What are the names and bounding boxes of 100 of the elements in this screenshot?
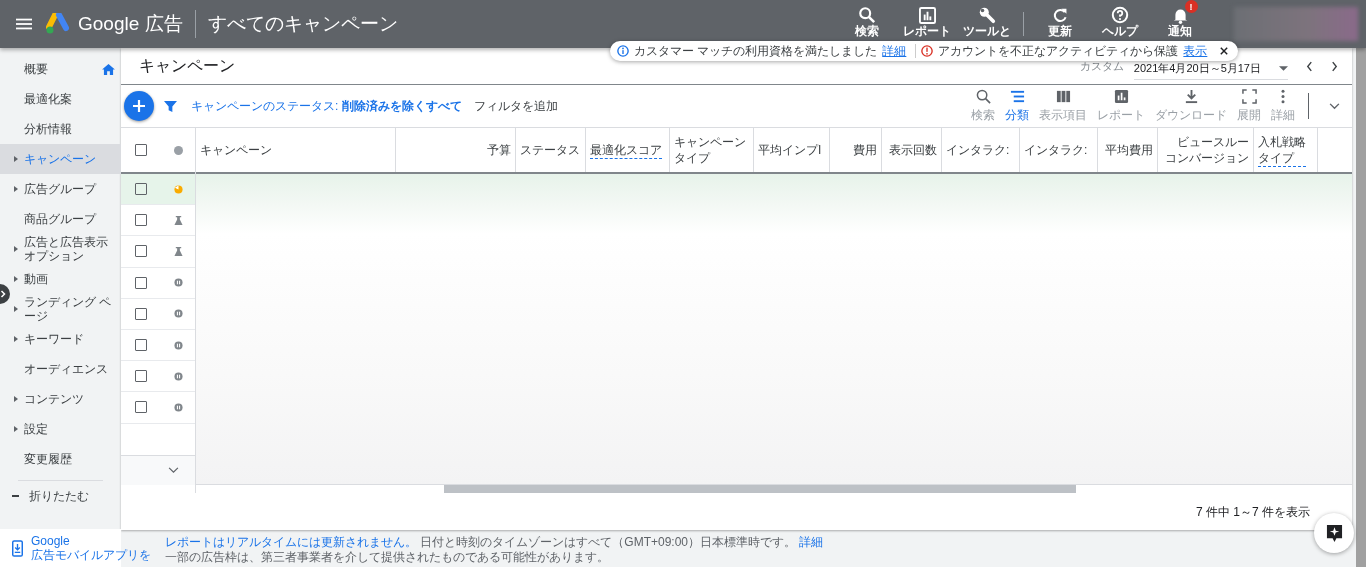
sidebar-item[interactable]: 分析情報 <box>0 114 121 144</box>
inventory-note: 一部の広告枠は、第三者事業者を介して提供されたものである可能性があります。 <box>165 550 609 565</box>
notice-link[interactable]: 詳細 <box>882 42 907 60</box>
help-tool-button[interactable]: ヘルプ <box>1092 0 1148 37</box>
column-header[interactable]: 入札戦略 タイプ <box>1258 133 1306 167</box>
row-checkbox[interactable] <box>135 307 147 320</box>
paused-icon <box>173 340 183 350</box>
home-icon <box>102 63 115 75</box>
row-checkbox[interactable] <box>135 245 147 258</box>
chevron-right-icon[interactable] <box>1331 60 1338 72</box>
chevron-right-icon <box>0 290 6 298</box>
collapse-button[interactable]: 折りたたむ <box>0 487 121 505</box>
expand-arrow-icon <box>14 426 18 432</box>
row-checkbox[interactable] <box>135 370 147 383</box>
filter-icon[interactable] <box>164 99 177 113</box>
expand-arrow-icon <box>14 306 18 312</box>
row-checkbox[interactable] <box>135 339 147 352</box>
alert-badge: ! <box>1184 0 1198 13</box>
segment-action-button[interactable]: 分類 <box>1002 88 1032 124</box>
column-header[interactable]: 最適化スコア <box>590 141 662 159</box>
column-header[interactable]: インタラク: <box>1024 142 1088 158</box>
segment-icon <box>1009 88 1025 104</box>
download-icon <box>1183 88 1199 104</box>
sidebar-item[interactable]: 商品グループ <box>0 204 121 234</box>
column-header[interactable]: 予算 <box>487 142 511 158</box>
wrench-icon <box>978 6 996 24</box>
column-header[interactable]: 費用 <box>853 142 877 158</box>
search-icon <box>858 6 876 24</box>
phone-download-icon <box>12 539 23 557</box>
row-checkbox[interactable] <box>135 214 147 227</box>
expand-arrow-icon <box>14 336 18 342</box>
details-link[interactable]: 詳細 <box>799 535 824 549</box>
expand-arrow-icon <box>14 186 18 192</box>
scrollbar-thumb[interactable] <box>444 485 1076 493</box>
column-header[interactable]: 表示回数 <box>889 142 937 158</box>
sidebar-item[interactable]: 概要 <box>0 54 121 84</box>
column-header[interactable]: キャンペーン <box>200 142 272 158</box>
sidebar-item[interactable]: オーディエンス <box>0 354 121 384</box>
add-button[interactable] <box>124 91 154 121</box>
refresh-tool-button[interactable]: 更新 <box>1032 0 1088 37</box>
sparkle-bubble-icon <box>1325 523 1343 543</box>
realtime-note: レポートはリアルタイムには更新されません。 <box>165 535 417 549</box>
caret-icon <box>1279 65 1288 71</box>
section-title: キャンペーン <box>139 55 235 76</box>
sidebar-item[interactable]: 変更履歴 <box>0 444 121 474</box>
sidebar-item[interactable]: 最適化案 <box>0 84 121 114</box>
info-icon <box>617 45 629 57</box>
add-filter-link[interactable]: フィルタを追加 <box>473 97 558 115</box>
row-checkbox[interactable] <box>135 276 147 289</box>
product-name: Google 広告 <box>78 12 183 36</box>
report-icon <box>1113 88 1129 104</box>
close-icon[interactable] <box>1220 47 1229 55</box>
expand-arrow-icon <box>14 396 18 402</box>
select-all-checkbox[interactable] <box>135 144 147 156</box>
date-label: カスタム <box>1079 58 1124 74</box>
chevron-down-icon <box>168 466 179 474</box>
error-icon <box>921 45 934 57</box>
flask-icon <box>173 246 183 256</box>
menu-icon[interactable] <box>16 18 32 30</box>
sidebar-item[interactable]: 設定 <box>0 414 121 444</box>
chevron-down-icon[interactable] <box>1329 102 1340 110</box>
column-header[interactable]: 平均インプI <box>758 142 822 158</box>
column-header[interactable]: ステータス <box>520 142 580 158</box>
timezone-note: 日付と時刻のタイムゾーンはすべて（GMT+09:00）日本標準時です。 <box>420 535 797 549</box>
report-tool-button[interactable]: レポート <box>899 0 955 37</box>
sidebar-item[interactable]: 動画 <box>0 264 121 294</box>
sidebar-item[interactable]: コンテンツ <box>0 384 121 414</box>
flask-icon <box>173 215 183 225</box>
expand-icon <box>1241 88 1257 104</box>
date-range-picker[interactable]: 2021年4月20日～5月17日 <box>1133 60 1288 80</box>
column-header[interactable]: 平均費用 <box>1105 142 1153 158</box>
bell-tool-button[interactable]: ! 通知 <box>1152 0 1208 37</box>
sidebar-item[interactable]: 広告と広告表示オプション <box>0 234 121 264</box>
notice-text: アカウントを不正なアクティビティから保護 <box>938 42 1179 60</box>
row-count: 7 件中 1～7 件を表示 <box>1195 503 1310 521</box>
sidebar-item[interactable]: 広告グループ <box>0 174 121 204</box>
tools-tool-button[interactable]: ツールと <box>959 0 1015 37</box>
row-checkbox[interactable] <box>135 183 147 196</box>
paused-icon <box>173 278 183 288</box>
notice-link[interactable]: 表示 <box>1183 42 1208 60</box>
chevron-left-icon[interactable] <box>1306 60 1313 72</box>
search-tool-button[interactable]: 検索 <box>839 0 895 37</box>
row-checkbox[interactable] <box>135 401 147 414</box>
page-title: すべてのキャンペーン <box>207 12 398 36</box>
feedback-button[interactable] <box>1314 513 1354 553</box>
sidebar-item[interactable]: ランディング ページ <box>0 294 121 324</box>
logo-icon[interactable] <box>46 13 70 35</box>
column-header[interactable]: キャンペーン タイプ <box>674 134 746 166</box>
more-icon <box>1281 88 1285 104</box>
paused-icon <box>173 371 183 381</box>
search-icon <box>975 88 991 104</box>
column-header[interactable]: インタラク: <box>946 142 1010 158</box>
status-filter[interactable]: キャンペーンのステータス: 削除済みを除くすべて <box>191 97 462 115</box>
bar-chart-icon <box>918 6 936 24</box>
page-scrollbar[interactable] <box>1356 48 1366 567</box>
column-header[interactable]: ビュースルー コンバージョン <box>1165 134 1249 166</box>
sidebar-item[interactable]: キーワード <box>0 324 121 354</box>
help-icon <box>1111 6 1129 24</box>
app-promo-link[interactable]: Google 広告モバイルアプリを <box>31 534 151 562</box>
status-dot-icon <box>173 145 183 155</box>
